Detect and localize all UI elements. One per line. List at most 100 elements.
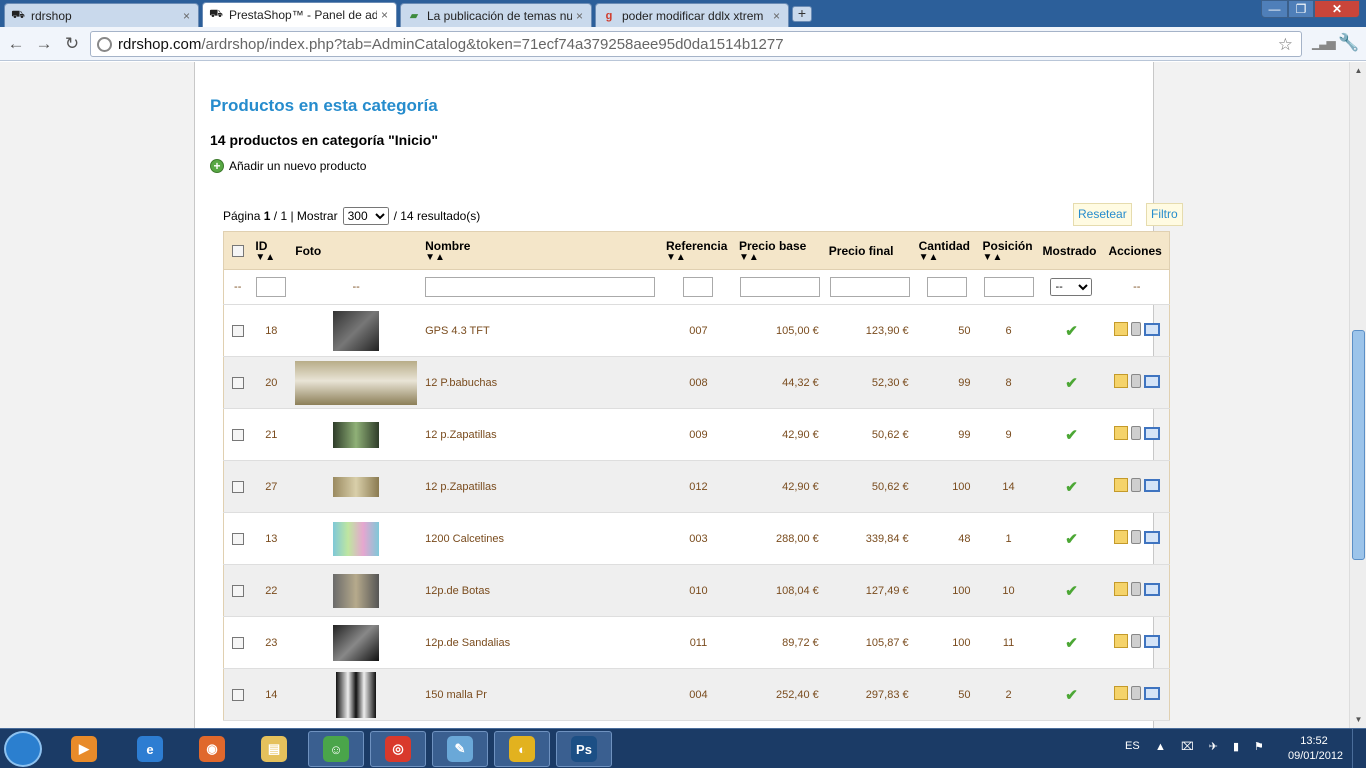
product-name[interactable]: GPS 4.3 TFT: [421, 304, 662, 357]
taskbar-app-photoshop[interactable]: Ps: [556, 731, 612, 767]
language-indicator[interactable]: ES: [1125, 740, 1140, 752]
product-quantity[interactable]: 50: [914, 304, 979, 357]
duplicate-icon[interactable]: [1143, 322, 1160, 336]
table-row[interactable]: 23 12p.de Sandalias 011 89,72 €105,87 €100 1…: [223, 616, 1170, 669]
add-product-link[interactable]: + Añadir un nuevo producto: [210, 159, 366, 173]
taskbar-app-file-explorer[interactable]: ▤: [246, 731, 302, 767]
address-bar[interactable]: rdrshop.com /ardrshop/index.php?tab=Admi…: [90, 31, 1302, 57]
product-reference[interactable]: 009: [662, 408, 735, 461]
product-position[interactable]: 11: [978, 616, 1039, 669]
product-position[interactable]: 14: [978, 460, 1039, 513]
product-thumbnail[interactable]: [333, 521, 380, 556]
filter-referencia-input[interactable]: [683, 277, 714, 297]
product-name[interactable]: 12p.de Sandalias: [421, 616, 662, 669]
trash-icon[interactable]: [1130, 478, 1141, 492]
start-button[interactable]: [4, 731, 42, 767]
product-final-price[interactable]: 123,90 €: [824, 304, 915, 357]
product-thumbnail[interactable]: [295, 360, 418, 405]
product-reference[interactable]: 008: [662, 356, 735, 409]
trash-icon[interactable]: [1130, 686, 1141, 700]
product-final-price[interactable]: 297,83 €: [824, 668, 915, 721]
taskbar-app-messenger[interactable]: ☺: [308, 731, 364, 767]
sort-arrows-icon[interactable]: ▼▲: [425, 252, 658, 263]
duplicate-icon[interactable]: [1143, 686, 1160, 700]
edit-icon[interactable]: [1113, 426, 1128, 440]
forward-button[interactable]: →: [32, 32, 56, 56]
check-icon[interactable]: ✔: [1065, 687, 1078, 704]
check-icon[interactable]: ✔: [1065, 427, 1078, 444]
product-quantity[interactable]: 100: [914, 564, 979, 617]
taskbar-app-chrome[interactable]: ◎: [370, 731, 426, 767]
product-final-price[interactable]: 52,30 €: [824, 356, 915, 409]
product-name[interactable]: 12 p.Zapatillas: [421, 460, 662, 513]
duplicate-icon[interactable]: [1143, 634, 1160, 648]
taskbar-app-ball-app[interactable]: ◐: [494, 731, 550, 767]
product-id[interactable]: 21: [251, 408, 292, 461]
product-thumbnail[interactable]: [333, 310, 380, 351]
trash-icon[interactable]: [1130, 634, 1141, 648]
product-thumbnail[interactable]: [333, 476, 380, 497]
filter-cantidad-input[interactable]: [926, 277, 967, 297]
product-final-price[interactable]: 105,87 €: [824, 616, 915, 669]
duplicate-icon[interactable]: [1143, 374, 1160, 388]
product-id[interactable]: 18: [251, 304, 292, 357]
edit-icon[interactable]: [1113, 374, 1128, 388]
product-quantity[interactable]: 100: [914, 460, 979, 513]
row-checkbox[interactable]: [231, 584, 244, 597]
page-scrollbar[interactable]: ▲ ▼: [1349, 62, 1366, 728]
tab-rdrshop[interactable]: ⛟ rdrshop ×: [4, 3, 199, 27]
select-all-checkbox[interactable]: [231, 245, 244, 258]
duplicate-icon[interactable]: [1143, 426, 1160, 440]
sort-arrows-icon[interactable]: ▼▲: [255, 252, 287, 263]
table-row[interactable]: 14 150 malla Pr 004 252,40 €297,83 €50 2 ✔: [223, 668, 1170, 721]
tab-forum-post[interactable]: ▰ La publicación de temas nu ×: [400, 3, 592, 27]
product-position[interactable]: 8: [978, 356, 1039, 409]
duplicate-icon[interactable]: [1143, 582, 1160, 596]
table-row[interactable]: 20 12 P.babuchas 008 44,32 €52,30 €99 8 ✔: [223, 356, 1170, 409]
sort-arrows-icon[interactable]: ▼▲: [983, 252, 1035, 263]
taskbar-app-paint[interactable]: ✎: [432, 731, 488, 767]
per-page-select[interactable]: 300: [342, 207, 389, 225]
duplicate-icon[interactable]: [1143, 478, 1160, 492]
back-button[interactable]: ←: [4, 32, 28, 56]
row-checkbox[interactable]: [231, 428, 244, 441]
edit-icon[interactable]: [1113, 634, 1128, 648]
product-name[interactable]: 12p.de Botas: [421, 564, 662, 617]
system-tray-icons[interactable]: ▲ ⌧ ✈ ▮ ⚑: [1155, 740, 1270, 753]
product-thumbnail[interactable]: [333, 421, 380, 448]
check-icon[interactable]: ✔: [1065, 375, 1078, 392]
taskbar-app-internet-explorer[interactable]: e: [122, 731, 178, 767]
taskbar-app-firefox[interactable]: ◉: [184, 731, 240, 767]
sort-arrows-icon[interactable]: ▼▲: [666, 252, 731, 263]
tab-close-icon[interactable]: ×: [576, 9, 583, 23]
product-final-price[interactable]: 50,62 €: [824, 460, 915, 513]
wrench-menu-icon[interactable]: 🔧: [1338, 33, 1359, 53]
product-position[interactable]: 6: [978, 304, 1039, 357]
product-base-price[interactable]: 44,32 €: [734, 356, 825, 409]
tab-close-icon[interactable]: ×: [773, 9, 780, 23]
product-base-price[interactable]: 42,90 €: [734, 460, 825, 513]
row-checkbox[interactable]: [231, 480, 244, 493]
trash-icon[interactable]: [1130, 530, 1141, 544]
window-minimize-button[interactable]: —: [1261, 0, 1288, 18]
product-id[interactable]: 14: [251, 668, 292, 721]
row-checkbox[interactable]: [231, 688, 244, 701]
product-base-price[interactable]: 105,00 €: [734, 304, 825, 357]
row-checkbox[interactable]: [231, 636, 244, 649]
edit-icon[interactable]: [1113, 322, 1128, 336]
edit-icon[interactable]: [1113, 530, 1128, 544]
product-id[interactable]: 20: [251, 356, 292, 409]
filter-precio-base-input[interactable]: [739, 277, 820, 297]
product-quantity[interactable]: 48: [914, 512, 979, 565]
filter-button[interactable]: Filtro: [1146, 203, 1183, 226]
tab-close-icon[interactable]: ×: [381, 8, 388, 22]
table-row[interactable]: 22 12p.de Botas 010 108,04 €127,49 €100 10 ✔: [223, 564, 1170, 617]
product-reference[interactable]: 011: [662, 616, 735, 669]
check-icon[interactable]: ✔: [1065, 531, 1078, 548]
check-icon[interactable]: ✔: [1065, 323, 1078, 340]
sort-arrows-icon[interactable]: ▼▲: [919, 252, 975, 263]
product-position[interactable]: 10: [978, 564, 1039, 617]
filter-mostrado-select[interactable]: --: [1050, 278, 1093, 296]
row-checkbox[interactable]: [231, 532, 244, 545]
table-row[interactable]: 21 12 p.Zapatillas 009 42,90 €50,62 €99 9 ✔: [223, 408, 1170, 461]
